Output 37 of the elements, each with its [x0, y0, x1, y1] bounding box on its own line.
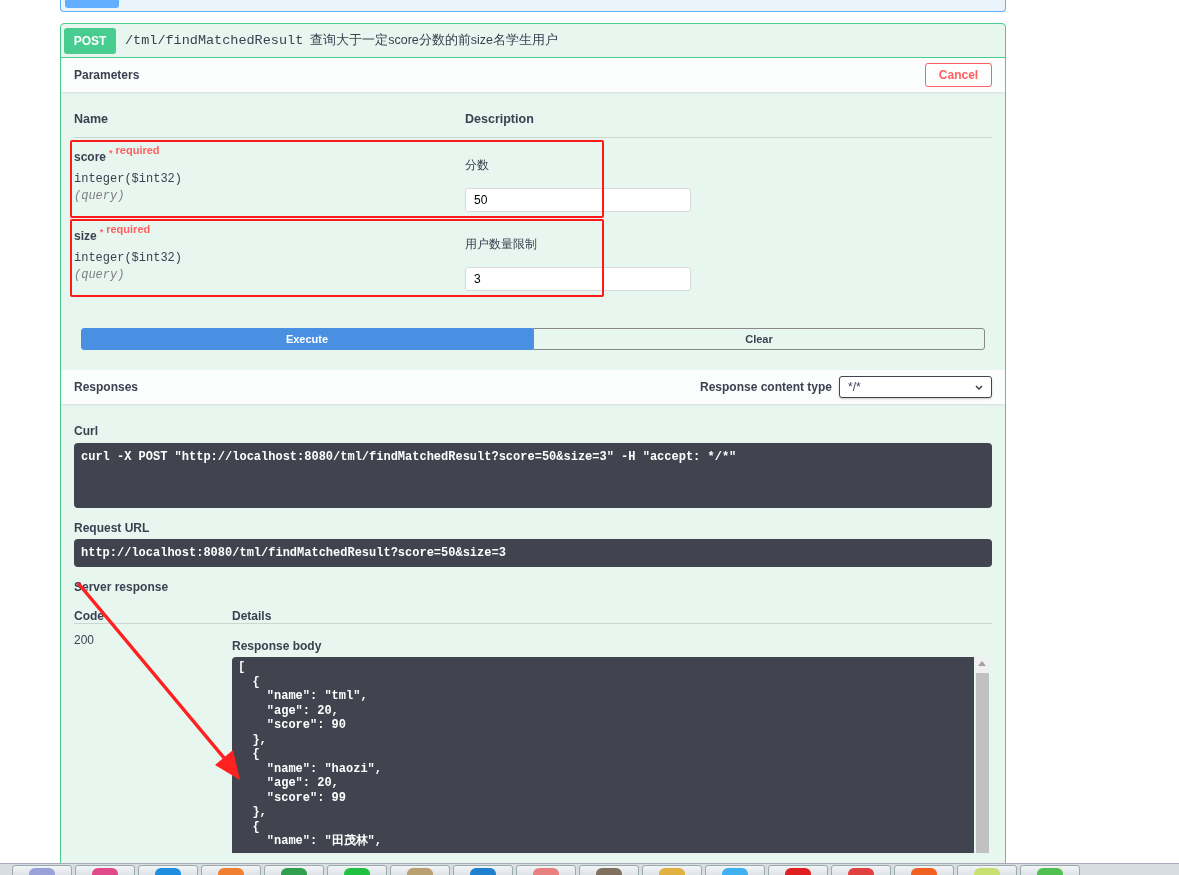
parameter-name: score [74, 149, 107, 164]
response-code: 200 [74, 633, 95, 647]
operation-summary: 查询大于一定score分数的前size名学生用户 [310, 32, 559, 49]
parameter-location: (query) [74, 189, 125, 203]
content-type-select[interactable]: */* [839, 376, 992, 398]
required-mark: * [99, 227, 104, 237]
curl-label: Curl [74, 424, 98, 438]
chevron-down-icon [975, 384, 983, 390]
section-title: Parameters [74, 68, 140, 82]
column-header: Code [74, 609, 104, 623]
input-field[interactable]: 3 [465, 267, 691, 291]
parameter-name: size [74, 228, 97, 243]
parameter-location: (query) [74, 268, 125, 282]
clear-button[interactable]: Clear [533, 328, 985, 350]
method-badge: POST [64, 28, 116, 54]
input-field[interactable]: 50 [465, 188, 691, 212]
code-block: http://localhost:8080/tml/findMatchedResult?score=50&size=3 [74, 539, 992, 567]
content-type-label: Response content type [699, 380, 832, 394]
response-body-label: Response body [232, 639, 322, 653]
request-url-label: Request URL [74, 521, 150, 535]
column-header: Description [465, 112, 534, 126]
column-header: Details [232, 609, 272, 623]
parameter-description: 用户数量限制 [465, 236, 537, 253]
parameter-description: 分数 [465, 157, 489, 174]
column-header: Name [74, 112, 109, 126]
required-mark: * [109, 148, 113, 158]
operation-path[interactable]: /tml/findMatchedResult [125, 33, 304, 48]
required-label: required [106, 223, 151, 235]
collapsed-operation-bar[interactable] [60, 0, 1006, 12]
required-label: required [115, 144, 160, 156]
method-badge [65, 0, 119, 8]
parameter-type: integer($int32) [74, 172, 183, 186]
code-block: curl -X POST "http://localhost:8080/tml/findMatchedResult?score=50&size=3" -H "accept: */*" [74, 443, 992, 508]
scrollbar[interactable] [975, 657, 990, 853]
code-block: [ { "name": "tml", "age": 20, "score": 90 }, { "name": "haozi", "age": 20, "score": 99 }, { "name": "田茂林", [232, 657, 974, 853]
parameter-type: integer($int32) [74, 251, 183, 265]
section-title: Responses [74, 380, 139, 394]
